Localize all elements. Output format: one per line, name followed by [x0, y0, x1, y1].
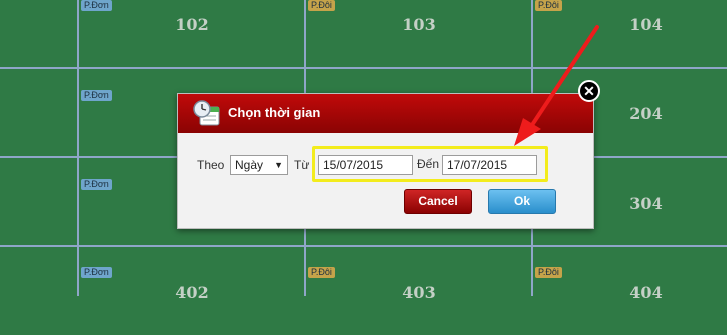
room-type-badge: P.Đôi: [535, 267, 562, 278]
room-cell[interactable]: P.Đôi 103: [306, 0, 532, 78]
close-icon[interactable]: ✕: [578, 80, 600, 102]
to-label: Đến: [417, 157, 440, 171]
cancel-button[interactable]: Cancel: [404, 189, 472, 214]
room-cell[interactable]: P.Đôi 403: [306, 247, 532, 335]
room-number: 404: [629, 283, 663, 302]
period-select[interactable]: Ngày ▼: [230, 155, 288, 175]
ok-button[interactable]: Ok: [488, 189, 556, 214]
to-date-input[interactable]: 17/07/2015: [442, 155, 537, 175]
room-type-badge: P.Đơn: [81, 90, 112, 101]
room-number: 104: [629, 15, 663, 34]
period-label: Theo: [197, 158, 225, 172]
calendar-clock-icon: [193, 100, 220, 126]
room-type-badge: P.Đơn: [81, 0, 112, 11]
dialog-header: Chọn thời gian: [178, 94, 593, 133]
period-select-value: Ngày: [235, 158, 264, 172]
room-number: 403: [402, 283, 436, 302]
from-date-input[interactable]: 15/07/2015: [318, 155, 413, 175]
room-cell[interactable]: P.Đơn 402: [79, 247, 305, 335]
room-type-badge: P.Đôi: [535, 0, 562, 11]
room-type-badge: P.Đôi: [308, 267, 335, 278]
room-type-badge: P.Đơn: [81, 179, 112, 190]
dialog-title: Chọn thời gian: [228, 105, 321, 120]
chevron-down-icon: ▼: [274, 160, 283, 170]
room-type-badge: P.Đơn: [81, 267, 112, 278]
room-number: 102: [175, 15, 209, 34]
date-range-dialog: Chọn thời gian Theo Ngày ▼ Từ 15/07/2015…: [177, 93, 594, 229]
room-number: 103: [402, 15, 436, 34]
room-number: 402: [175, 283, 209, 302]
room-cell[interactable]: P.Đơn 102: [79, 0, 305, 78]
room-cell[interactable]: P.Đôi 104: [533, 0, 727, 78]
from-label: Từ: [294, 158, 310, 172]
room-cell[interactable]: P.Đôi 404: [533, 247, 727, 335]
room-type-badge: P.Đôi: [308, 0, 335, 11]
